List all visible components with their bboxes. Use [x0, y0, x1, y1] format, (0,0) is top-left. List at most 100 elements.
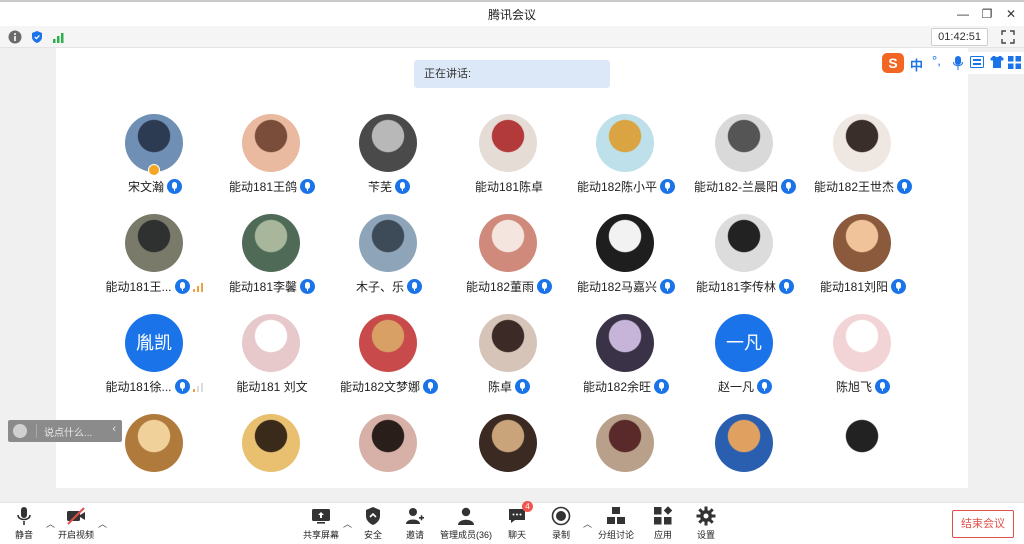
svg-text:S: S [888, 55, 897, 71]
gear-icon [696, 506, 716, 526]
participant-tile[interactable]: 能动181王... [96, 212, 214, 308]
participant-tile[interactable]: 能动181王鸽 [213, 112, 331, 208]
participant-avatar-initials: 一凡 [715, 314, 773, 372]
participant-avatar [125, 214, 183, 272]
participant-tile-partial[interactable] [330, 412, 448, 488]
mute-button[interactable]: 静音 [0, 506, 52, 544]
video-label: 开启视频 [57, 530, 94, 540]
participant-tile[interactable]: 能动181 刘文 [213, 312, 331, 408]
participant-name-line: 苄芜 [330, 178, 448, 195]
active-speaker-indicator: 正在讲话: [414, 60, 610, 88]
participant-avatar [715, 114, 773, 172]
bottom-toolbar: 静音 ︿ 开启视频 ︿ 共享屏幕 ︿ 安全 邀请 管理成员(36) 4 聊天 录… [0, 501, 1024, 544]
ime-toolbar: S 中 °, [880, 52, 1024, 74]
microphone-status-icon [891, 279, 907, 294]
participant-tile[interactable]: 苄芜 [330, 112, 448, 208]
members-label: 管理成员(36) [439, 530, 492, 540]
start-video-button[interactable]: 开启视频 [48, 506, 104, 544]
participant-avatar [715, 414, 773, 472]
participant-tile[interactable]: 胤凯 能动181徐... [96, 312, 214, 408]
participant-tile[interactable]: 能动182-兰晨阳 [686, 112, 804, 208]
participant-tile[interactable]: 一凡 赵一凡 [686, 312, 804, 408]
participant-tile[interactable]: 陈旭飞 [804, 312, 922, 408]
participant-tile[interactable]: 陈卓 [450, 312, 568, 408]
participant-name-line: 能动181李传林 [686, 278, 804, 295]
participant-tile[interactable]: 能动182余旺 [567, 312, 685, 408]
restore-icon[interactable]: ❐ [978, 6, 996, 22]
gallery-view: 正在讲话: 宋文瀚 能动181王鸽 苄芜 能动181陈卓 能动182陈小平 能动182-兰… [56, 48, 968, 488]
ime-language[interactable]: 中 [910, 55, 923, 74]
participant-avatar [359, 314, 417, 372]
participant-avatar [359, 214, 417, 272]
status-bar: 01:42:51 [0, 26, 1024, 48]
breakout-icon [607, 507, 625, 524]
keyboard-icon[interactable] [970, 56, 984, 68]
participant-tile[interactable]: 能动182陈小平 [567, 112, 685, 208]
punctuation-icon[interactable]: °, [932, 53, 941, 68]
microphone-status-icon [423, 379, 439, 394]
participant-tile[interactable]: 能动181陈卓 [450, 112, 568, 208]
participant-tile[interactable]: 能动182文梦娜 [330, 312, 448, 408]
title-bar: 腾讯会议 — ❐ ✕ [0, 0, 1024, 26]
participant-tile-partial[interactable] [567, 412, 685, 488]
settings-button[interactable]: 设置 [678, 506, 734, 544]
participant-tile-partial[interactable] [213, 412, 331, 488]
participant-tile[interactable]: 能动182董雨 [450, 212, 568, 308]
invite-label: 邀请 [405, 530, 424, 540]
minimize-icon[interactable]: — [954, 6, 972, 22]
participant-tile[interactable]: 木子、乐 [330, 212, 448, 308]
participant-tile[interactable]: 能动181李馨 [213, 212, 331, 308]
security-shield-icon [366, 507, 380, 525]
participant-avatar [479, 214, 537, 272]
record-button[interactable]: 录制 [533, 506, 589, 544]
microphone-status-icon [757, 379, 772, 394]
collapse-chevron-icon[interactable]: ‹ [112, 423, 116, 435]
video-options-chevron-icon[interactable]: ︿ [98, 517, 107, 530]
chat-icon-wrap: 4 [507, 501, 533, 526]
participant-avatar [596, 214, 654, 272]
participant-tile-partial[interactable] [450, 412, 568, 488]
participant-name-line: 能动182陈小平 [567, 178, 685, 195]
window-title: 腾讯会议 [487, 8, 536, 22]
participant-tile[interactable]: 能动182王世杰 [804, 112, 922, 208]
participant-name-line: 陈旭飞 [804, 378, 922, 395]
network-signal-icon[interactable] [52, 30, 66, 44]
close-icon[interactable]: ✕ [1002, 6, 1020, 22]
microphone-status-icon [300, 279, 316, 294]
participant-tile-partial[interactable] [804, 412, 922, 488]
video-off-icon [67, 507, 85, 525]
participant-tile-partial[interactable] [686, 412, 804, 488]
emoji-icon[interactable] [13, 424, 27, 438]
participant-name: 能动182王世杰 [813, 180, 895, 194]
chat-quick-input[interactable]: 说点什么... ‹ [8, 420, 122, 442]
microphone-status-icon [875, 379, 890, 394]
shield-icon[interactable] [30, 30, 44, 44]
manage-members-button[interactable]: 管理成员(36) [438, 506, 494, 544]
participant-avatar [242, 314, 300, 372]
participant-tile[interactable]: 能动182马嘉兴 [567, 212, 685, 308]
microphone-status-icon [174, 379, 190, 394]
share-screen-button[interactable]: 共享屏幕 [293, 506, 349, 544]
participant-avatar [833, 314, 891, 372]
participant-name-line: 宋文瀚 [96, 178, 214, 195]
fullscreen-icon[interactable] [1000, 29, 1016, 45]
info-icon[interactable] [8, 30, 22, 44]
apps-icon [654, 506, 673, 525]
participant-tile[interactable]: 宋文瀚 [96, 112, 214, 208]
toolbox-icon[interactable] [1008, 56, 1021, 69]
participant-name-line: 能动181刘阳 [804, 278, 922, 295]
microphone-status-icon [660, 279, 676, 294]
sogou-logo-icon[interactable]: S [882, 53, 904, 73]
members-icon [458, 507, 474, 525]
participant-tile[interactable]: 能动181李传林 [686, 212, 804, 308]
skin-icon[interactable] [990, 56, 1004, 68]
participant-tile[interactable]: 能动181刘阳 [804, 212, 922, 308]
add-person-icon [406, 508, 424, 524]
voice-input-icon[interactable] [952, 55, 964, 71]
participant-name: 能动182董雨 [465, 280, 535, 294]
participant-avatar [242, 214, 300, 272]
participant-avatar [479, 114, 537, 172]
end-meeting-button[interactable]: 结束会议 [952, 510, 1014, 538]
participant-name-line: 能动182余旺 [567, 378, 685, 395]
invite-button[interactable]: 邀请 [387, 506, 443, 544]
